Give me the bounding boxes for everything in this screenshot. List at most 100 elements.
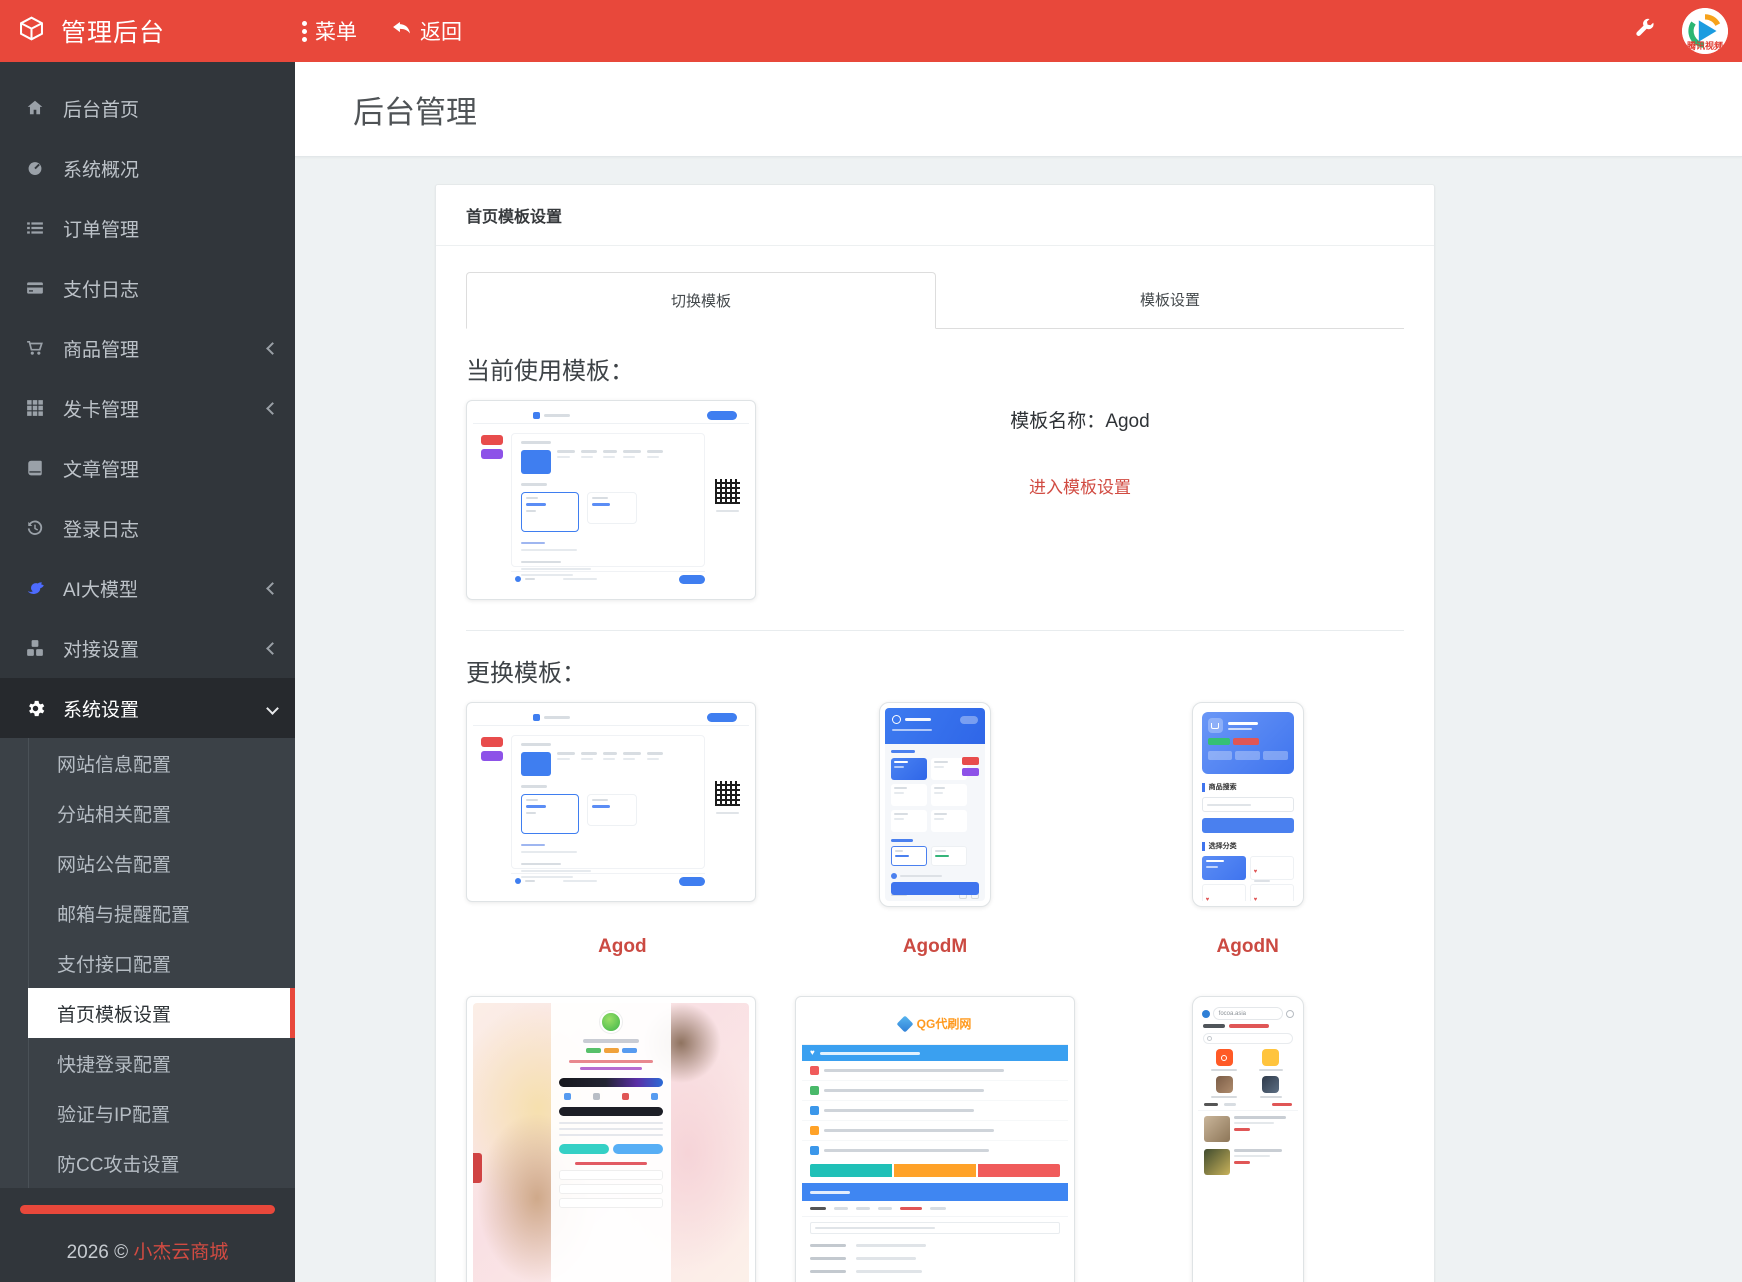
system-settings-submenu: 网站信息配置 分站相关配置 网站公告配置 邮箱与提醒配置 支付接口配置 首页模板…	[0, 738, 295, 1188]
sidebar-item-label: 发卡管理	[63, 395, 139, 422]
page-title: 后台管理	[353, 87, 477, 132]
history-icon	[22, 519, 48, 537]
sidebar-item-integration[interactable]: 对接设置	[0, 618, 295, 678]
sidebar-subitem-anti-cc[interactable]: 防CC攻击设置	[0, 1138, 295, 1188]
focus-url-text: focoa.asia	[1219, 1011, 1246, 1017]
cubes-icon	[22, 639, 48, 657]
chevron-left-icon	[266, 582, 279, 595]
whale-icon	[22, 579, 48, 598]
template-preview-qg[interactable]: QG代刷网 ♥	[795, 996, 1075, 1282]
sidebar-subitem-quick-login[interactable]: 快捷登录配置	[0, 1038, 295, 1088]
wrench-icon[interactable]	[1635, 18, 1656, 44]
agodn-search-label: 商品搜索	[1209, 782, 1237, 792]
sidebar-item-payment-log[interactable]: 支付日志	[0, 258, 295, 318]
template-preview-focus[interactable]: focoa.asia	[1192, 996, 1304, 1282]
template-cell-agod: Agod	[466, 702, 779, 958]
template-label-agodn[interactable]: AgodN	[1217, 936, 1279, 958]
book-icon	[22, 459, 48, 477]
template-cell-anime	[466, 996, 779, 1282]
chevron-left-icon	[266, 342, 279, 355]
template-name-label: 模板名称：	[1010, 411, 1105, 432]
admin-app: 管理后台 菜单 返回	[0, 0, 1742, 1282]
brand-title: 管理后台	[61, 13, 165, 49]
sidebar-red-bar	[20, 1205, 275, 1214]
back-button[interactable]: 返回	[391, 16, 462, 46]
template-preview-anime[interactable]	[466, 996, 756, 1282]
cart-icon	[22, 339, 48, 357]
template-cell-focus: focoa.asia	[1091, 996, 1404, 1282]
menu-button[interactable]: 菜单	[302, 16, 357, 46]
template-preview-agodm[interactable]	[879, 702, 991, 907]
subitem-label: 首页模板设置	[57, 1000, 171, 1027]
tab-bar: 切换模板 模板设置	[466, 272, 1404, 329]
sidebar-item-label: 支付日志	[63, 275, 139, 302]
home-icon	[22, 99, 48, 117]
enter-template-settings-link[interactable]: 进入模板设置	[1029, 473, 1131, 498]
template-grid-row-2: QG代刷网 ♥	[466, 996, 1404, 1282]
template-label-agodm[interactable]: AgodM	[903, 936, 967, 958]
sidebar-subitem-site-notice[interactable]: 网站公告配置	[0, 838, 295, 888]
qg-logo-text: QG代刷网	[917, 1015, 972, 1032]
content: 首页模板设置 切换模板 模板设置 当前使用模板：	[295, 157, 1742, 1282]
template-cell-agodn: 商品搜索 选择分类	[1091, 702, 1404, 958]
sidebar-subitem-payment-api[interactable]: 支付接口配置	[0, 938, 295, 988]
change-template-heading: 更换模板：	[466, 653, 1404, 688]
topbar-right: 腾讯视频	[1635, 8, 1728, 54]
main-area: 后台管理 首页模板设置 切换模板 模板设置 当前使用模板：	[295, 62, 1742, 1282]
sidebar-item-cards[interactable]: 发卡管理	[0, 378, 295, 438]
sidebar-item-label: 后台首页	[63, 95, 139, 122]
sidebar-item-home[interactable]: 后台首页	[0, 78, 295, 138]
sidebar-footer: 2026 © 小杰云商城	[0, 1237, 295, 1264]
diamond-logo-icon	[896, 1015, 913, 1032]
sidebar-item-ai-model[interactable]: AI大模型	[0, 558, 295, 618]
gear-icon	[22, 699, 48, 718]
footer-year: 2026 ©	[67, 1242, 129, 1263]
brand[interactable]: 管理后台	[18, 13, 280, 49]
sidebar-subitem-site-info[interactable]: 网站信息配置	[0, 738, 295, 788]
subitem-label: 网站公告配置	[57, 850, 171, 877]
sidebar-item-goods[interactable]: 商品管理	[0, 318, 295, 378]
template-name-row: 模板名称：Agod	[756, 406, 1404, 433]
sidebar-item-login-log[interactable]: 登录日志	[0, 498, 295, 558]
subitem-label: 支付接口配置	[57, 950, 171, 977]
avatar-caption: 腾讯视频	[1682, 39, 1728, 52]
footer-brand-link[interactable]: 小杰云商城	[133, 1242, 228, 1263]
sidebar-subitem-verify-ip[interactable]: 验证与IP配置	[0, 1088, 295, 1138]
tab-switch-template[interactable]: 切换模板	[466, 272, 936, 329]
page-header: 后台管理	[295, 62, 1742, 157]
subitem-label: 网站信息配置	[57, 750, 171, 777]
sidebar: 后台首页 系统概况 订单管理 支付日志 商品管理 发卡管理	[0, 62, 295, 1282]
sidebar-item-system-settings[interactable]: 系统设置	[0, 678, 295, 738]
template-settings-card: 首页模板设置 切换模板 模板设置 当前使用模板：	[435, 184, 1435, 1282]
tab-template-settings[interactable]: 模板设置	[936, 272, 1404, 328]
sidebar-item-label: 系统设置	[63, 695, 139, 722]
menu-button-label: 菜单	[315, 16, 357, 46]
topbar: 管理后台 菜单 返回	[0, 0, 1742, 62]
current-template-preview	[466, 400, 756, 600]
current-template-heading: 当前使用模板：	[466, 351, 1404, 386]
subitem-label: 快捷登录配置	[57, 1050, 171, 1077]
template-preview-agod[interactable]	[466, 702, 756, 902]
template-label-agod[interactable]: Agod	[598, 936, 647, 958]
sidebar-subitem-mail-remind[interactable]: 邮箱与提醒配置	[0, 888, 295, 938]
chevron-left-icon	[266, 402, 279, 415]
credit-card-icon	[22, 279, 48, 297]
subitem-label: 分站相关配置	[57, 800, 171, 827]
user-avatar[interactable]: 腾讯视频	[1682, 8, 1728, 54]
sidebar-subitem-substation[interactable]: 分站相关配置	[0, 788, 295, 838]
sidebar-item-label: 商品管理	[63, 335, 139, 362]
sidebar-item-orders[interactable]: 订单管理	[0, 198, 295, 258]
template-preview-agodn[interactable]: 商品搜索 选择分类	[1192, 702, 1304, 907]
sidebar-item-articles[interactable]: 文章管理	[0, 438, 295, 498]
sidebar-subitem-homepage-template[interactable]: 首页模板设置	[28, 988, 295, 1038]
sidebar-item-label: 订单管理	[63, 215, 139, 242]
sidebar-item-overview[interactable]: 系统概况	[0, 138, 295, 198]
topbar-menu: 菜单 返回	[302, 16, 462, 46]
template-grid-row-1: Agod	[466, 702, 1404, 958]
undo-arrow-icon	[391, 18, 412, 45]
subitem-label: 验证与IP配置	[57, 1100, 170, 1127]
sidebar-item-label: 对接设置	[63, 635, 139, 662]
card-title: 首页模板设置	[436, 185, 1434, 246]
template-name-value: Agod	[1105, 411, 1149, 432]
template-cell-qg: QG代刷网 ♥	[779, 996, 1092, 1282]
